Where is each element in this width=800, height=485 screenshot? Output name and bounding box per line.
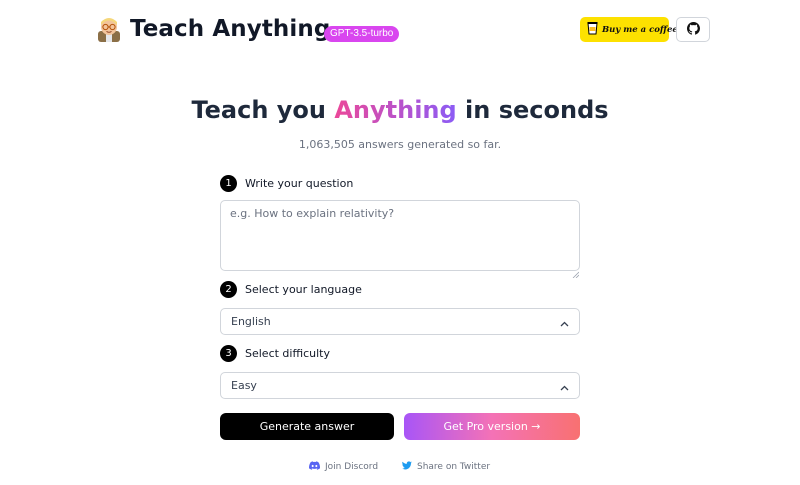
get-pro-version-button[interactable]: Get Pro version → (404, 413, 580, 440)
resize-grip-icon[interactable] (572, 263, 580, 279)
github-icon (686, 20, 700, 39)
chevron-up-icon (560, 382, 569, 391)
step-3: 3 Select difficulty (220, 345, 330, 362)
hero-title-highlight: Anything (334, 96, 457, 124)
join-discord-link[interactable]: Join Discord (309, 461, 378, 473)
step-number: 2 (220, 281, 237, 298)
header: Teach Anything GPT-3.5-turbo Buy me a co… (96, 14, 710, 46)
step-2: 2 Select your language (220, 281, 362, 298)
step-label: Select your language (245, 283, 362, 296)
teacher-emoji-icon (96, 16, 122, 42)
difficulty-value: Easy (231, 379, 257, 392)
share-on-twitter-link[interactable]: Share on Twitter (402, 461, 490, 473)
coffee-cup-icon (587, 20, 598, 39)
hero-title-prefix: Teach you (191, 96, 335, 124)
difficulty-select[interactable]: Easy (220, 372, 580, 399)
question-input[interactable] (220, 200, 580, 271)
generate-answer-button[interactable]: Generate answer (220, 413, 394, 440)
discord-icon (309, 461, 321, 473)
share-on-twitter-label: Share on Twitter (417, 462, 491, 472)
buy-me-a-coffee-button[interactable]: Buy me a coffee (580, 17, 678, 42)
step-1: 1 Write your question (220, 175, 353, 192)
step-label: Select difficulty (245, 347, 331, 360)
step-label: Write your question (245, 177, 354, 190)
hero-title: Teach you Anything in seconds (0, 96, 800, 124)
step-number: 3 (220, 345, 237, 362)
step-number: 1 (220, 175, 237, 192)
model-badge: GPT-3.5-turbo (324, 26, 400, 42)
join-discord-label: Join Discord (325, 462, 379, 472)
chevron-up-icon (560, 318, 569, 327)
language-select[interactable]: English (220, 308, 580, 335)
twitter-icon (402, 461, 412, 473)
coffee-label: Buy me a coffee (602, 24, 678, 35)
answers-counter: 1,063,505 answers generated so far. (298, 138, 502, 151)
brand-title: Teach Anything (130, 16, 331, 42)
github-button[interactable] (676, 17, 710, 42)
language-value: English (231, 315, 271, 328)
hero-title-suffix: in seconds (456, 96, 609, 124)
